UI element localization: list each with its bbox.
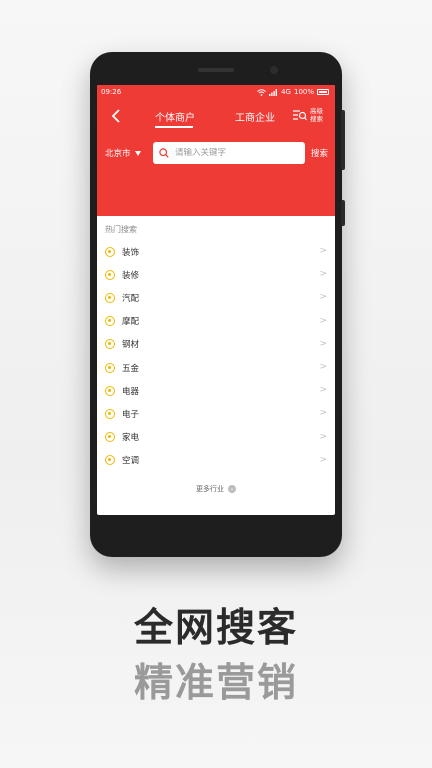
chevron-left-icon[interactable] bbox=[111, 109, 121, 126]
chevron-right-icon: > bbox=[319, 292, 327, 303]
phone-speaker bbox=[198, 68, 234, 72]
tab-individual-merchants[interactable]: 个体商户 bbox=[155, 109, 195, 124]
city-label: 北京市 bbox=[105, 149, 131, 159]
list-item[interactable]: 钢材 > bbox=[97, 333, 335, 356]
chevron-right-icon: > bbox=[319, 315, 327, 326]
chevron-down-circle-icon: ⌄ bbox=[228, 484, 236, 493]
hot-search-section: 热门搜索 装饰 > 装修 > 汽配 > 摩配 > 钢材 > 五金 > 电器 > … bbox=[97, 216, 335, 494]
coin-icon bbox=[105, 316, 115, 327]
city-selector[interactable]: 北京市 bbox=[105, 147, 141, 159]
phone-camera bbox=[270, 66, 278, 74]
list-item-label: 电器 bbox=[122, 386, 140, 397]
coin-icon bbox=[105, 408, 115, 419]
status-time: 09:26 bbox=[101, 88, 122, 96]
list-item[interactable]: 装饰 > bbox=[97, 240, 335, 263]
search-box[interactable] bbox=[153, 142, 305, 164]
slogan-line-1: 全网搜客 bbox=[133, 606, 298, 651]
coin-icon bbox=[105, 455, 115, 466]
phone-volume-button bbox=[341, 110, 345, 170]
search-button[interactable]: 搜索 bbox=[311, 147, 328, 159]
slogan-line-2: 精准营销 bbox=[133, 661, 298, 706]
battery-icon bbox=[317, 89, 329, 95]
more-industries-label: 更多行业 bbox=[196, 484, 224, 493]
coin-icon bbox=[105, 246, 115, 257]
list-item-label: 钢材 bbox=[122, 340, 140, 351]
list-item[interactable]: 摩配 > bbox=[97, 310, 335, 333]
list-item[interactable]: 电器 > bbox=[97, 379, 335, 402]
hot-search-title: 热门搜索 bbox=[105, 225, 137, 234]
advanced-search-label: 高级搜索 bbox=[310, 107, 323, 123]
wifi-icon bbox=[257, 88, 266, 96]
list-item-label: 摩配 bbox=[122, 317, 140, 328]
list-item-label: 汽配 bbox=[122, 293, 140, 304]
filter-search-icon bbox=[293, 110, 307, 121]
coin-icon bbox=[105, 362, 115, 373]
signal-icon bbox=[269, 88, 278, 96]
caret-down-icon bbox=[134, 150, 141, 156]
chevron-right-icon: > bbox=[319, 408, 327, 419]
search-row: 北京市 搜索 bbox=[97, 139, 335, 171]
coin-icon bbox=[105, 292, 115, 303]
chevron-right-icon: > bbox=[319, 454, 327, 465]
active-tab-indicator bbox=[155, 126, 193, 128]
phone-power-button bbox=[341, 200, 345, 226]
advanced-search-button[interactable]: 高级搜索 bbox=[293, 107, 328, 123]
list-item[interactable]: 装修 > bbox=[97, 263, 335, 286]
list-item[interactable]: 电子 > bbox=[97, 402, 335, 425]
network-type: 4G bbox=[281, 88, 291, 96]
more-industries-link[interactable]: 更多行业 ⌄ bbox=[97, 484, 335, 494]
chevron-right-icon: > bbox=[319, 338, 327, 349]
app-screen: 09:26 4G 100% 个体商户 工商企业 高级搜索 北京市 请输入关键字 … bbox=[97, 85, 335, 515]
list-item-label: 空调 bbox=[122, 456, 140, 467]
chevron-right-icon: > bbox=[319, 385, 327, 396]
list-item-label: 家电 bbox=[122, 433, 140, 444]
coin-icon bbox=[105, 269, 115, 280]
battery-percent: 100% bbox=[293, 88, 314, 96]
list-item-label: 五金 bbox=[122, 363, 140, 374]
top-nav: 个体商户 工商企业 高级搜索 bbox=[97, 99, 335, 139]
chevron-right-icon: > bbox=[319, 431, 327, 442]
chevron-right-icon: > bbox=[319, 269, 327, 280]
coin-icon bbox=[105, 339, 115, 350]
list-item-label: 装修 bbox=[122, 270, 140, 281]
list-item-label: 装饰 bbox=[122, 247, 140, 258]
coin-icon bbox=[105, 385, 115, 396]
status-bar: 09:26 4G 100% bbox=[97, 85, 335, 99]
chevron-right-icon: > bbox=[319, 361, 327, 372]
tab-business-enterprises[interactable]: 工商企业 bbox=[235, 109, 275, 124]
status-indicators: 4G 100% bbox=[257, 88, 329, 96]
list-item-label: 电子 bbox=[122, 409, 140, 420]
list-item[interactable]: 五金 > bbox=[97, 356, 335, 379]
list-item[interactable]: 汽配 > bbox=[97, 286, 335, 309]
phone-frame: 09:26 4G 100% 个体商户 工商企业 高级搜索 北京市 请输入关键字 … bbox=[90, 52, 345, 557]
list-item[interactable]: 空调 > bbox=[97, 449, 335, 472]
search-input[interactable] bbox=[175, 148, 295, 158]
app-header: 09:26 4G 100% 个体商户 工商企业 高级搜索 北京市 请输入关键字 … bbox=[97, 85, 335, 216]
list-item[interactable]: 家电 > bbox=[97, 426, 335, 449]
coin-icon bbox=[105, 432, 115, 443]
chevron-right-icon: > bbox=[319, 246, 327, 256]
search-icon bbox=[159, 148, 169, 158]
